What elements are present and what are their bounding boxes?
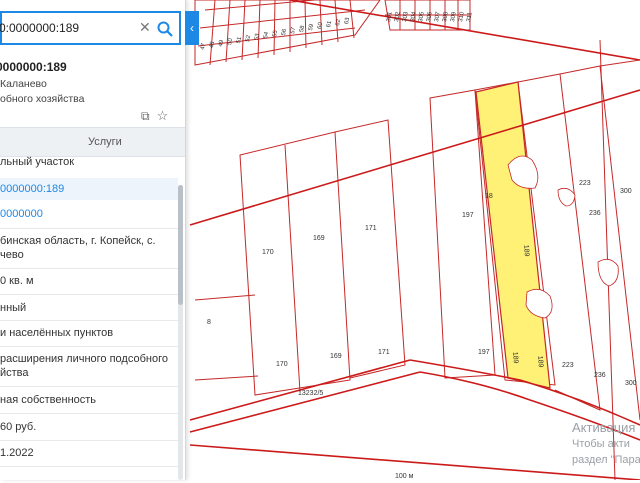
- info-quarter[interactable]: 0000000: [0, 208, 178, 220]
- info-type: льный участок: [0, 156, 75, 168]
- collapse-panel-button[interactable]: ‹: [185, 11, 199, 45]
- small-parcel-label: 50: [227, 37, 234, 45]
- info-panel: 0:0000000:189 ✕ 0000000:189 Каланево обн…: [0, 0, 186, 480]
- parcel-label: 189: [522, 245, 530, 257]
- small-parcel-label: 304: [410, 11, 418, 23]
- info-status: нный: [0, 302, 27, 314]
- info-use-line1: расширения личного подсобного: [0, 353, 168, 365]
- parcel-label: 169: [313, 235, 325, 242]
- small-parcel-label: 302: [394, 11, 402, 23]
- info-value: 60 руб.: [0, 421, 37, 433]
- info-cad-number[interactable]: 0000000:189: [0, 178, 178, 200]
- small-parcel-label: 60: [317, 21, 324, 29]
- small-parcel-label: 47: [200, 42, 207, 50]
- scale-label: 100 м: [395, 473, 414, 480]
- tab-bar: Услуги: [0, 127, 185, 157]
- info-area: 0 кв. м: [0, 275, 34, 287]
- parcel-label: 18: [485, 193, 493, 200]
- parcel-label: 8: [207, 319, 211, 326]
- parcel-label: 223: [562, 362, 574, 369]
- parcel-label: 197: [462, 212, 474, 219]
- small-parcel-label: 48: [209, 40, 216, 48]
- parcel-label: 223: [579, 180, 591, 187]
- parcel-label: 171: [378, 349, 390, 356]
- parcel-purpose: обного хозяйства: [0, 93, 85, 105]
- info-ownership: ная собственность: [0, 394, 97, 406]
- small-parcel-label: 62: [335, 18, 342, 26]
- search-input[interactable]: 0:0000000:189: [0, 21, 79, 35]
- road-label: 13232/5: [298, 390, 323, 397]
- activation-watermark: Активация: [572, 420, 636, 435]
- small-parcel-label: 52: [245, 34, 252, 42]
- small-parcel-label: 53: [254, 32, 261, 40]
- small-parcel-label: 49: [218, 39, 225, 47]
- small-parcel-label: 306: [426, 11, 434, 23]
- info-address-line1: бинская область, г. Копейск, с.: [0, 235, 156, 247]
- small-parcel-label: 305: [418, 11, 426, 23]
- close-icon[interactable]: ✕: [139, 19, 151, 36]
- measure-icon[interactable]: ⧉: [141, 109, 150, 123]
- parcel-label: 236: [589, 210, 601, 217]
- small-parcel-label: 63: [344, 16, 351, 24]
- info-use-line2: йства: [0, 367, 29, 379]
- star-icon[interactable]: ☆: [157, 108, 169, 123]
- chevron-left-icon: ‹: [190, 21, 194, 35]
- tab-services[interactable]: Услуги: [88, 136, 122, 148]
- search-box[interactable]: 0:0000000:189 ✕: [0, 11, 181, 45]
- small-parcel-label: 307: [434, 11, 442, 23]
- parcel-label: 236: [594, 372, 606, 379]
- parcel-label: 170: [276, 361, 288, 368]
- parcel-label: 171: [365, 225, 377, 232]
- small-parcel-label: 311: [466, 11, 474, 22]
- parcel-label: 189: [536, 356, 544, 368]
- small-parcel-label: 301: [386, 11, 394, 23]
- parcel-label: 189: [511, 352, 519, 364]
- small-parcel-label: 61: [326, 20, 333, 28]
- info-date: 1.2022: [0, 447, 34, 459]
- small-parcel-label: 54: [263, 31, 270, 39]
- activation-watermark: Чтобы акти: [572, 438, 630, 450]
- small-parcel-label: 310: [458, 11, 466, 23]
- activation-watermark: раздел "Пара: [572, 454, 640, 466]
- small-parcel-label: 308: [442, 11, 450, 23]
- search-icon[interactable]: [156, 20, 174, 38]
- panel-scrollbar[interactable]: [178, 185, 183, 480]
- small-parcel-label: 55: [272, 29, 279, 37]
- parcel-title: 0000000:189: [0, 60, 67, 74]
- small-parcel-label: 309: [450, 11, 458, 23]
- parcel-location: Каланево: [0, 78, 47, 90]
- info-category: и населённых пунктов: [0, 327, 114, 339]
- small-parcel-label: 51: [236, 36, 243, 44]
- parcel-label: 169: [330, 353, 342, 360]
- parcel-label: 300: [625, 380, 637, 387]
- parcel-label: 197: [478, 349, 490, 356]
- small-parcel-label: 57: [290, 26, 297, 34]
- parcel-label: 300: [620, 188, 632, 195]
- small-parcel-label: 56: [281, 28, 288, 36]
- info-address-line2: чево: [0, 249, 24, 261]
- small-parcel-label: 59: [308, 23, 315, 31]
- parcel-label: 170: [262, 249, 274, 256]
